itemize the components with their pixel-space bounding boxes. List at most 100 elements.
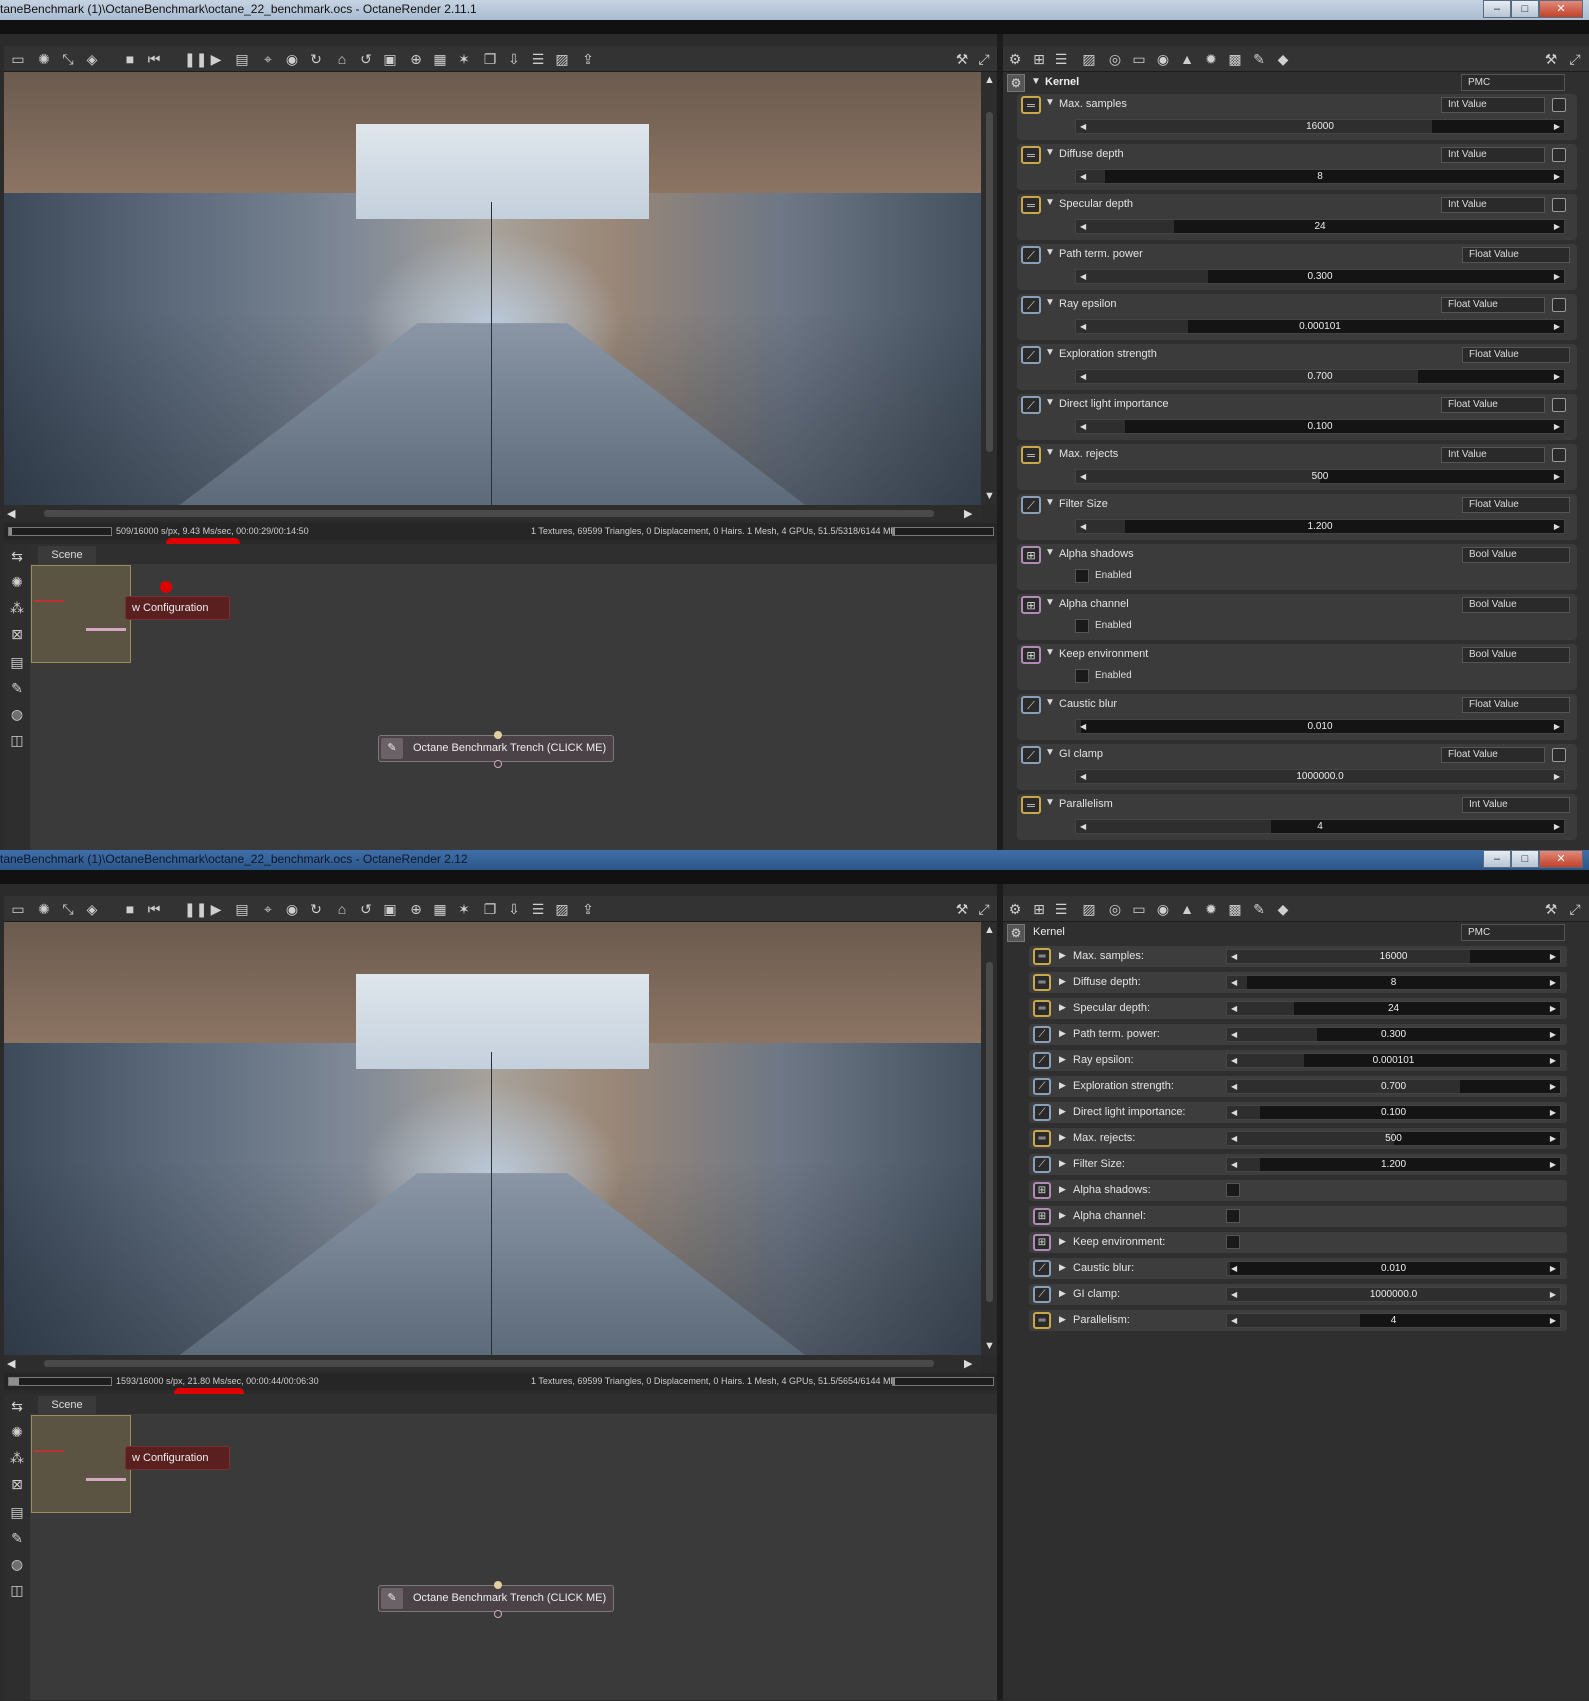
increment-icon[interactable]: ▶ bbox=[1554, 120, 1560, 133]
render-viewport[interactable] bbox=[4, 922, 981, 1355]
value-type-select[interactable]: Float Value bbox=[1462, 497, 1570, 513]
fullscreen-icon[interactable]: ⤢ bbox=[1567, 51, 1583, 67]
value-type-select[interactable]: Float Value bbox=[1462, 247, 1570, 263]
expand-icon[interactable]: ▼ bbox=[1045, 147, 1055, 158]
value-slider[interactable]: ◀ 1000000.0 ▶ bbox=[1075, 769, 1565, 784]
animate-toggle-icon[interactable] bbox=[1552, 298, 1566, 312]
increment-icon[interactable]: ▶ bbox=[1550, 1314, 1556, 1327]
collapse-icon[interactable]: ▶ bbox=[1059, 1158, 1066, 1169]
image-icon[interactable]: ▨ bbox=[554, 51, 570, 67]
magic-icon[interactable]: ✶ bbox=[456, 51, 472, 67]
scroll-up-icon[interactable]: ▲ bbox=[984, 74, 995, 86]
value-slider[interactable]: ◀ 8 ▶ bbox=[1226, 975, 1561, 990]
animate-toggle-icon[interactable] bbox=[1552, 98, 1566, 112]
expand-icon[interactable]: ▼ bbox=[1045, 197, 1055, 208]
collapse-icon[interactable]: ▶ bbox=[1059, 976, 1066, 987]
scroll-up-icon[interactable]: ▲ bbox=[984, 924, 995, 936]
render-viewport[interactable] bbox=[4, 72, 981, 505]
pause-icon[interactable]: ❚❚ bbox=[184, 901, 207, 917]
value-slider[interactable]: ◀ 0.300 ▶ bbox=[1075, 269, 1565, 284]
brush-icon[interactable]: ✎ bbox=[1251, 901, 1267, 917]
settings-icon[interactable]: ⚙ bbox=[1007, 901, 1023, 917]
rotate-icon[interactable]: ↻ bbox=[308, 51, 324, 67]
value-type-select[interactable]: Bool Value bbox=[1462, 647, 1570, 663]
scroll-left-icon[interactable]: ◀ bbox=[7, 507, 15, 520]
collapse-icon[interactable]: ▶ bbox=[1059, 1132, 1066, 1143]
autofocus-icon[interactable]: ⌖ bbox=[260, 51, 276, 67]
increment-icon[interactable]: ▶ bbox=[1554, 320, 1560, 333]
value-slider[interactable]: ◀ 1.200 ▶ bbox=[1226, 1157, 1561, 1172]
pattern-icon[interactable]: ▩ bbox=[1227, 51, 1243, 67]
benchmark-node[interactable]: ✎ Octane Benchmark Trench (CLICK ME) bbox=[378, 731, 614, 768]
camera-icon[interactable]: ◫ bbox=[9, 732, 25, 748]
rewind-icon[interactable]: ⏮ bbox=[146, 901, 162, 917]
value-slider[interactable]: ◀ 4 ▶ bbox=[1075, 819, 1565, 834]
collapse-icon[interactable]: ▶ bbox=[1059, 1184, 1066, 1195]
tab-scene[interactable]: Scene bbox=[38, 546, 96, 564]
sun-icon[interactable]: ✹ bbox=[1203, 901, 1219, 917]
collapse-icon[interactable]: ▶ bbox=[1059, 1106, 1066, 1117]
scroll-down-icon[interactable]: ▼ bbox=[984, 1340, 995, 1352]
expand-icon[interactable]: ▼ bbox=[1045, 497, 1055, 508]
nodes-icon[interactable]: ⁂ bbox=[9, 600, 25, 616]
viewport-horizontal-scrollbar[interactable]: ◀ ▶ bbox=[4, 505, 981, 521]
value-slider[interactable]: ◀ 0.300 ▶ bbox=[1226, 1027, 1561, 1042]
paint-icon[interactable]: ✎ bbox=[9, 1530, 25, 1546]
kernel-type-select[interactable]: PMC bbox=[1461, 74, 1565, 91]
increment-icon[interactable]: ▶ bbox=[1550, 1028, 1556, 1041]
nodes-icon[interactable]: ⁂ bbox=[9, 1450, 25, 1466]
kernel-type-select[interactable]: PMC bbox=[1461, 924, 1565, 941]
node-tree-icon[interactable]: ⊞ bbox=[1031, 51, 1047, 67]
value-type-select[interactable]: Float Value bbox=[1462, 347, 1570, 363]
value-slider[interactable]: ◀ 0.100 ▶ bbox=[1226, 1105, 1561, 1120]
copy-icon[interactable]: ❐ bbox=[482, 51, 498, 67]
expand-icon[interactable]: ▼ bbox=[1045, 747, 1055, 758]
screenshot-icon[interactable]: ▭ bbox=[10, 51, 26, 67]
title-bar[interactable]: taneBenchmark (1)\OctaneBenchmark\octane… bbox=[0, 850, 1589, 870]
expand-icon[interactable]: ▼ bbox=[1045, 347, 1055, 358]
export-icon[interactable]: ⇪ bbox=[580, 901, 596, 917]
value-slider[interactable]: ◀ 0.010 ▶ bbox=[1226, 1261, 1561, 1276]
restart-render-icon[interactable]: ✺ bbox=[36, 51, 52, 67]
export-icon[interactable]: ⇪ bbox=[580, 51, 596, 67]
increment-icon[interactable]: ▶ bbox=[1550, 1262, 1556, 1275]
close-button[interactable]: ✕ bbox=[1539, 850, 1583, 868]
material-picker-icon[interactable]: ◉ bbox=[284, 51, 300, 67]
render-target-icon[interactable]: ✺ bbox=[9, 574, 25, 590]
texture-icon[interactable]: ▨ bbox=[1081, 901, 1097, 917]
value-slider[interactable]: ◀ 0.700 ▶ bbox=[1075, 369, 1565, 384]
render-config-node[interactable]: w Configuration bbox=[125, 1446, 230, 1470]
preview-icon[interactable]: ◎ bbox=[1107, 51, 1123, 67]
value-slider[interactable]: ◀ 0.000101 ▶ bbox=[1226, 1053, 1561, 1068]
tab-scene[interactable]: Scene bbox=[38, 1396, 96, 1414]
scroll-thumb[interactable] bbox=[986, 962, 993, 1302]
monitor-icon[interactable]: ▭ bbox=[1131, 51, 1147, 67]
node-output-pin[interactable] bbox=[494, 760, 502, 768]
stop-icon[interactable]: ■ bbox=[122, 51, 138, 67]
increment-icon[interactable]: ▶ bbox=[1550, 1132, 1556, 1145]
value-type-select[interactable]: Float Value bbox=[1462, 697, 1570, 713]
scroll-left-icon[interactable]: ◀ bbox=[7, 1357, 15, 1370]
node-input-pin[interactable] bbox=[494, 731, 502, 739]
enabled-checkbox[interactable] bbox=[1075, 669, 1089, 683]
lock-icon[interactable]: ⌂ bbox=[334, 51, 350, 67]
collapse-icon[interactable]: ▶ bbox=[1059, 1262, 1066, 1273]
wrench-icon[interactable]: ⚒ bbox=[954, 901, 970, 917]
increment-icon[interactable]: ▶ bbox=[1554, 220, 1560, 233]
value-slider[interactable]: ◀ 16000 ▶ bbox=[1075, 119, 1565, 134]
increment-icon[interactable]: ▶ bbox=[1554, 170, 1560, 183]
layers-icon[interactable]: ☰ bbox=[530, 901, 546, 917]
expand-icon[interactable]: ▼ bbox=[1045, 797, 1055, 808]
increment-icon[interactable]: ▶ bbox=[1550, 1080, 1556, 1093]
increment-icon[interactable]: ▶ bbox=[1554, 420, 1560, 433]
render-config-node[interactable]: w Configuration bbox=[125, 596, 230, 620]
maximize-button[interactable]: □ bbox=[1511, 0, 1539, 18]
enabled-checkbox[interactable] bbox=[1226, 1235, 1240, 1249]
value-type-select[interactable]: Int Value bbox=[1441, 447, 1545, 463]
collapse-icon[interactable]: ▶ bbox=[1059, 1210, 1066, 1221]
film-icon[interactable]: ▤ bbox=[9, 1504, 25, 1520]
increment-icon[interactable]: ▶ bbox=[1554, 820, 1560, 833]
box-icon[interactable]: ◆ bbox=[1275, 51, 1291, 67]
pattern-icon[interactable]: ▩ bbox=[1227, 901, 1243, 917]
increment-icon[interactable]: ▶ bbox=[1554, 270, 1560, 283]
